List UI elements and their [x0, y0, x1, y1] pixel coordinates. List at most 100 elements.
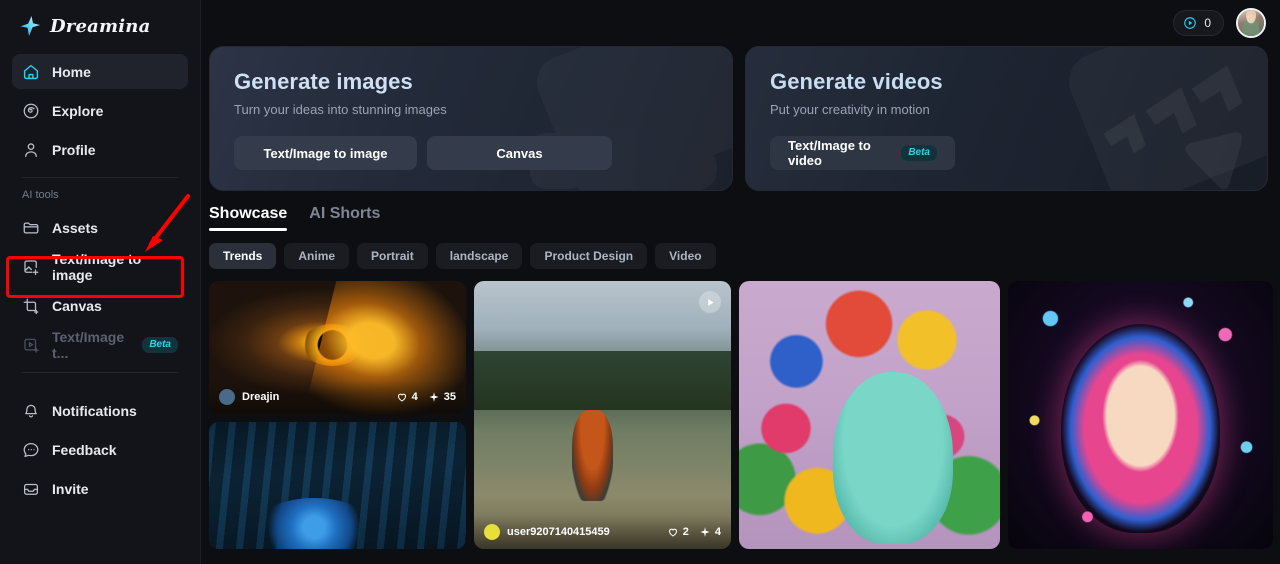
chip-portrait[interactable]: Portrait	[357, 243, 428, 269]
topbar: 0	[201, 0, 1280, 46]
brand[interactable]: Dreamina	[12, 0, 188, 52]
primary-nav: Home Explore Profile	[12, 54, 188, 167]
spark-stat[interactable]: 35	[428, 391, 456, 403]
sidebar-item-text-image-to-image[interactable]: Text/Image to image	[12, 249, 188, 284]
sidebar-item-label: Assets	[52, 219, 98, 236]
sidebar-item-label: Explore	[52, 102, 104, 119]
tile-meta: user9207140415459 2 4	[474, 515, 731, 549]
tile-artwork	[474, 281, 731, 549]
chip-trends[interactable]: Trends	[209, 243, 277, 269]
credits-value: 0	[1204, 16, 1211, 30]
credits-badge[interactable]: 0	[1173, 10, 1224, 36]
hero-title: Generate videos	[770, 69, 943, 94]
main-content: 0 Generate images Turn your ideas into s…	[201, 0, 1280, 564]
tab-label: Showcase	[209, 205, 288, 222]
gallery-tile[interactable]	[209, 421, 466, 549]
secondary-nav: Notifications Feedback Invite	[12, 393, 188, 506]
like-count: 2	[682, 526, 689, 538]
filter-chips: Trends Anime Portrait landscape Product …	[201, 231, 1280, 269]
beta-badge: Beta	[142, 336, 178, 353]
sidebar-item-notifications[interactable]: Notifications	[12, 393, 188, 428]
gallery-tile[interactable]: user9207140415459 2 4	[474, 281, 731, 549]
chip-product-design[interactable]: Product Design	[530, 243, 648, 269]
sidebar-section-label: AI tools	[22, 189, 59, 201]
spark-stat[interactable]: 4	[699, 526, 721, 538]
sidebar-item-assets[interactable]: Assets	[12, 210, 188, 245]
chip-video[interactable]: Video	[655, 243, 716, 269]
brand-name: Dreamina	[50, 15, 151, 37]
crop-frame-icon	[22, 297, 40, 315]
video-plus-icon	[22, 336, 40, 354]
hero-buttons: Text/Image to image Canvas	[234, 136, 708, 170]
like-stat[interactable]: 4	[396, 391, 418, 403]
user-avatar-icon	[484, 524, 500, 540]
sidebar-item-home[interactable]: Home	[12, 54, 188, 89]
credit-coin-icon	[1183, 16, 1197, 30]
chip-label: Video	[669, 249, 702, 263]
gallery-column	[739, 281, 1000, 549]
gallery-column: Dreajin 4 35	[209, 281, 466, 549]
gallery-tile[interactable]: Dreajin 4 35	[209, 281, 466, 414]
play-button[interactable]	[699, 291, 721, 313]
beta-badge: Beta	[901, 145, 937, 161]
tile-artwork	[1008, 281, 1273, 549]
canvas-button[interactable]: Canvas	[427, 136, 612, 170]
like-count: 4	[411, 390, 418, 403]
sidebar-item-label: Feedback	[52, 441, 117, 458]
compass-spiral-icon	[22, 102, 40, 120]
sidebar-item-label: Notifications	[52, 402, 137, 419]
sidebar-item-profile[interactable]: Profile	[12, 132, 188, 167]
person-icon	[22, 141, 40, 159]
gallery: Dreajin 4 35 user9207140415459 2 4	[201, 269, 1280, 549]
sidebar-item-canvas[interactable]: Canvas	[12, 288, 188, 323]
chip-label: Anime	[298, 249, 336, 263]
like-stat[interactable]: 2	[667, 526, 689, 538]
chip-landscape[interactable]: landscape	[435, 243, 523, 269]
sidebar-item-invite[interactable]: Invite	[12, 471, 188, 506]
sidebar-item-label: Invite	[52, 480, 89, 497]
bell-icon	[22, 402, 40, 420]
content-tabs: Showcase AI Shorts	[201, 191, 1280, 231]
gallery-column	[1008, 281, 1273, 549]
chip-label: Product Design	[544, 249, 634, 263]
tile-artwork	[209, 421, 466, 549]
sidebar-item-label: Text/Image to image	[52, 250, 142, 283]
button-label: Text/Image to video	[788, 138, 871, 168]
spark-count: 4	[714, 526, 721, 538]
sidebar-item-label: Canvas	[52, 297, 102, 314]
hero-title: Generate images	[234, 69, 413, 94]
tile-stats: 2 4	[667, 526, 721, 538]
hero-cards: Generate images Turn your ideas into stu…	[201, 46, 1280, 191]
sparkle-icon	[700, 527, 710, 537]
sidebar-item-label: Home	[52, 63, 91, 80]
sidebar: Dreamina Home Explore Profile AI tools A…	[0, 0, 201, 564]
tile-meta: Dreajin 4 35	[209, 379, 466, 414]
play-icon	[707, 298, 713, 306]
chip-label: landscape	[449, 249, 509, 263]
sidebar-item-explore[interactable]: Explore	[12, 93, 188, 128]
chip-anime[interactable]: Anime	[284, 243, 350, 269]
hero-subtitle: Turn your ideas into stunning images	[234, 102, 447, 117]
tab-label: AI Shorts	[309, 205, 381, 222]
sparkle-star-icon	[18, 14, 42, 38]
heart-icon	[668, 528, 677, 537]
tab-ai-shorts[interactable]: AI Shorts	[309, 205, 380, 231]
chip-label: Portrait	[371, 249, 414, 263]
ai-tools-nav: Assets Text/Image to image Canvas Text/I…	[12, 210, 188, 362]
tab-showcase[interactable]: Showcase	[209, 205, 288, 231]
avatar[interactable]	[1236, 8, 1266, 38]
inbox-icon	[22, 480, 40, 498]
chat-bubble-icon	[22, 441, 40, 459]
gallery-tile[interactable]	[739, 281, 1000, 549]
heart-icon	[397, 393, 406, 402]
dreamina-app: Dreamina Home Explore Profile AI tools A…	[0, 0, 1280, 564]
generate-videos-card: Generate videos Put your creativity in m…	[745, 46, 1268, 191]
button-label: Canvas	[496, 145, 543, 161]
hero-buttons: Text/Image to video Beta	[770, 136, 1243, 170]
sidebar-item-feedback[interactable]: Feedback	[12, 432, 188, 467]
text-image-to-video-button[interactable]: Text/Image to video Beta	[770, 136, 955, 170]
text-image-to-image-button[interactable]: Text/Image to image	[234, 136, 417, 170]
tile-username: Dreajin	[242, 390, 280, 403]
user-avatar-icon	[219, 388, 235, 405]
gallery-tile[interactable]	[1008, 281, 1273, 549]
